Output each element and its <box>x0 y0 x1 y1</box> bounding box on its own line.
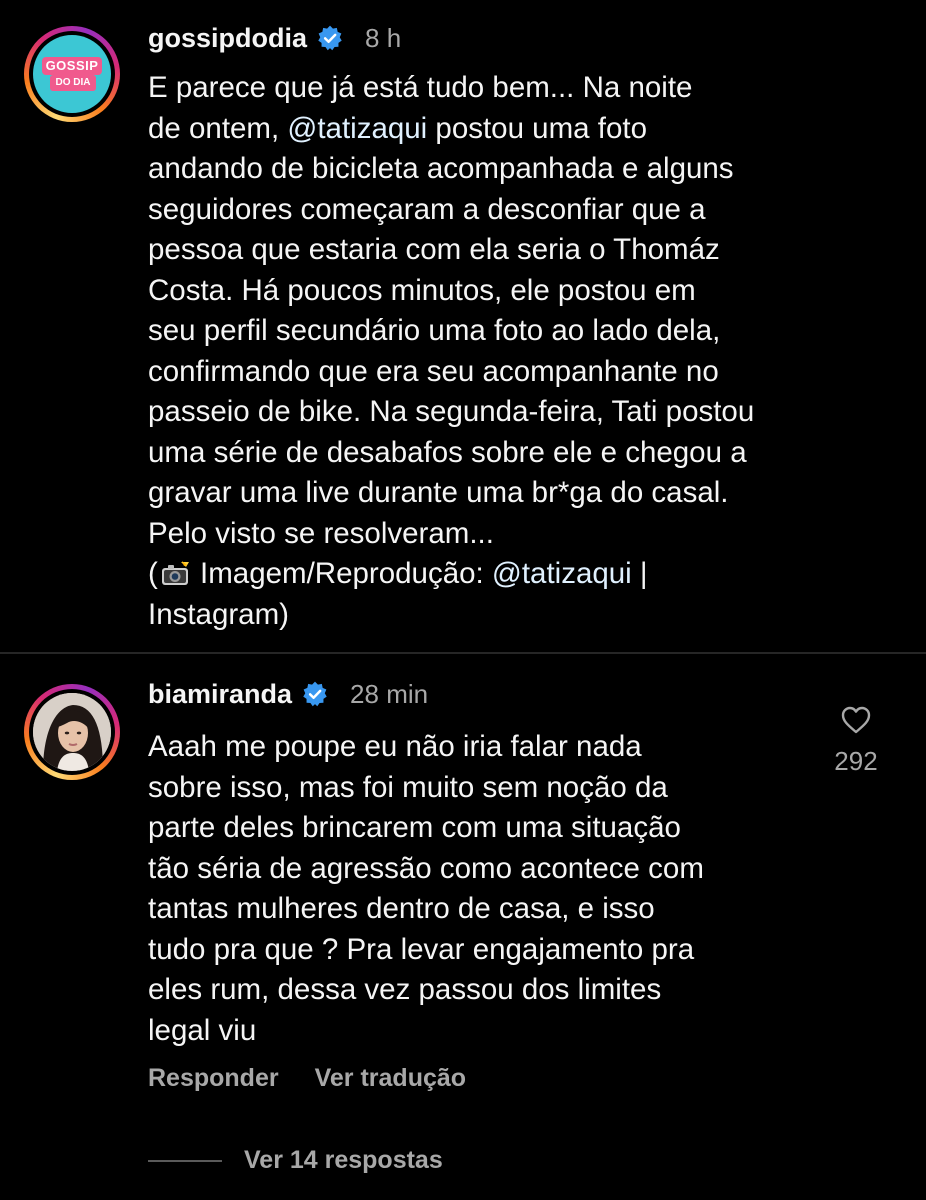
caption-timestamp: 8 h <box>365 22 402 53</box>
caption-line: andando de bicicleta acompanhada e algun… <box>148 152 734 185</box>
caption-header: gossipdodia 8 h <box>148 18 401 58</box>
comment: biamiranda 28 min 292 Aaah me poupe eu n… <box>0 654 926 1200</box>
mention-link[interactable]: @tatizaqui <box>492 557 632 590</box>
caption-line: E parece que já está tudo bem... Na noit… <box>148 71 693 104</box>
biamiranda-avatar[interactable] <box>24 684 120 780</box>
mention-link[interactable]: @tatizaqui <box>287 112 427 145</box>
gossipdodia-avatar[interactable]: GOSSIP DO DIA <box>24 26 120 122</box>
gossip-logo: GOSSIP DO DIA <box>33 35 111 113</box>
comment-line: tantas mulheres dentro de casa, e isso <box>148 892 655 925</box>
post-caption: GOSSIP DO DIA gossipdodia 8 h E parece q… <box>0 0 926 652</box>
replies-divider <box>148 1159 222 1162</box>
caption-line-text: ( <box>148 557 158 590</box>
comment-line: parte deles brincarem com uma situação <box>148 811 681 844</box>
profile-photo <box>33 693 111 771</box>
view-replies[interactable]: Ver 14 respostas <box>148 1146 443 1175</box>
caption-line: gravar uma live durante uma br*ga do cas… <box>148 476 729 509</box>
comment-line: legal viu <box>148 1013 257 1047</box>
caption-line: de ontem, @tatizaqui postou uma foto <box>148 109 754 150</box>
caption-line: ( Imagem/Reprodução: @tatizaqui | <box>148 554 754 595</box>
view-replies-button[interactable]: Ver 14 respostas <box>244 1146 443 1175</box>
logo-text-top: GOSSIP <box>42 57 102 75</box>
logo-text-bottom: DO DIA <box>50 75 96 91</box>
camera-flash-icon <box>161 561 189 585</box>
caption-text: E parece que já está tudo bem... Na noit… <box>148 68 754 635</box>
comment-username[interactable]: biamiranda <box>148 679 292 710</box>
like-control: 292 <box>826 704 886 777</box>
comment-line: sobre isso, mas foi muito sem noção da <box>148 770 668 804</box>
reply-button[interactable]: Responder <box>148 1064 279 1093</box>
caption-line: Instagram) <box>148 597 289 631</box>
comment-line: Aaah me poupe eu não iria falar nada <box>148 730 642 763</box>
caption-line: seguidores começaram a desconfiar que a <box>148 192 706 226</box>
caption-line: Pelo visto se resolveram... <box>148 516 494 550</box>
comment-line: tão séria de agressão como acontece com <box>148 851 704 885</box>
caption-line-text: de ontem, <box>148 111 288 145</box>
caption-line-text: postou uma foto <box>427 111 647 145</box>
comment-header: biamiranda 28 min <box>148 674 428 714</box>
comment-actions: Responder Ver tradução <box>148 1064 502 1093</box>
comment-timestamp: 28 min <box>350 678 429 709</box>
verified-badge-icon <box>303 681 327 707</box>
comment-text: Aaah me poupe eu não iria falar nada sob… <box>148 727 704 1051</box>
caption-line-text: | <box>631 557 648 590</box>
caption-line: passeio de bike. Na segunda-feira, Tati … <box>148 395 755 428</box>
comment-line: tudo pra que ? Pra levar engajamento pra <box>148 932 695 966</box>
verified-badge-icon <box>318 25 342 51</box>
comment-line: eles rum, dessa vez passou dos limites <box>148 973 662 1006</box>
caption-username[interactable]: gossipdodia <box>148 23 307 54</box>
caption-line: confirmando que era seu acompanhante no <box>148 354 719 388</box>
caption-line: seu perfil secundário uma foto ao lado d… <box>148 314 721 347</box>
translate-button[interactable]: Ver tradução <box>315 1064 466 1093</box>
caption-line: Costa. Há poucos minutos, ele postou em <box>148 273 696 307</box>
like-count: 292 <box>834 746 878 776</box>
caption-line-text: Imagem/Reprodução: <box>191 557 492 590</box>
caption-line: uma série de desabafos sobre ele e chego… <box>148 435 747 469</box>
heart-icon[interactable] <box>840 704 872 736</box>
caption-line: pessoa que estaria com ela seria o Thomá… <box>148 233 720 266</box>
